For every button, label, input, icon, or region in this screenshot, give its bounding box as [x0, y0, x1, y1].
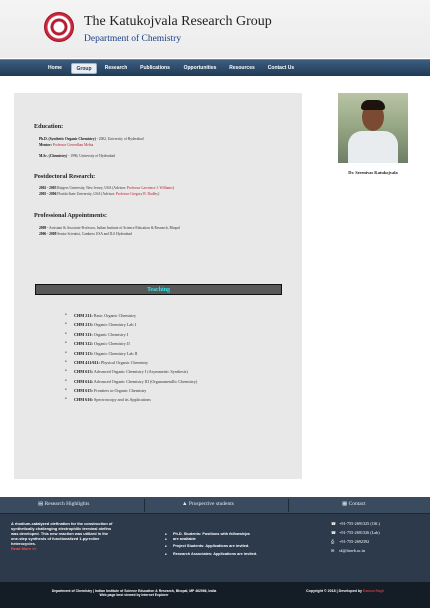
course-item: CHM 615: Frontiers in Organic Chemistry — [65, 388, 146, 394]
nav-home[interactable]: Home — [44, 63, 66, 74]
nav-contact-us[interactable]: Contact Us — [263, 63, 299, 74]
contact-email[interactable]: ✉ sk@iiserb.ac.in — [331, 548, 365, 553]
contact-phone-office[interactable]: ☎ +91-755-2691325 (Off.) — [331, 521, 380, 526]
contact-card-icon: ▦ — [342, 501, 348, 507]
student-item: Project Students: Applications are invit… — [165, 544, 249, 550]
nav-group[interactable]: Group — [71, 63, 97, 74]
nav-opportunities[interactable]: Opportunities — [179, 63, 221, 74]
nav-resources[interactable]: Resources — [226, 63, 258, 74]
course-item: CHM 311: Organic Chemistry I — [65, 332, 128, 338]
main-nav: Home Group Research Publications Opportu… — [0, 59, 430, 76]
education-mentor: Mentor: Professor Goverdhan Mehta — [39, 143, 94, 147]
profile-photo — [338, 93, 408, 163]
site-header: The Katukojvala Research Group Departmen… — [0, 0, 430, 58]
postdoc-line: 2002 - 2005 Rutgers University, New Jers… — [39, 186, 174, 190]
education-msc: M.Sc. (Chemistry) - 1996, University of … — [39, 154, 115, 158]
appointment-line: 2006 - 2009 Senior Scientist, Cambrex US… — [39, 232, 132, 236]
course-item: CHM 211: Basic Organic Chemistry — [65, 313, 136, 319]
student-item-cont: are available — [165, 537, 196, 543]
nav-publications[interactable]: Publications — [136, 63, 174, 74]
postdoc-heading: Postdoctoral Research: — [34, 173, 96, 180]
course-item: CHM 613: Advanced Organic Chemistry I (A… — [65, 369, 188, 375]
newspaper-icon: ▤ — [38, 501, 44, 507]
phone-icon: ☎ — [331, 530, 337, 535]
read-more-link[interactable]: Read More >> — [11, 546, 112, 551]
student-item: Ph.D. Students: Positions with fellowshi… — [165, 532, 250, 538]
course-item: CHM 213: Organic Chemistry Lab I — [65, 322, 136, 328]
course-item: CHM 312: Organic Chemistry II — [65, 341, 130, 347]
research-highlights-heading: ▤ Research Highlights — [38, 501, 90, 507]
teaching-heading: Teaching — [35, 284, 282, 295]
student-item: Research Associates: Applications are in… — [165, 552, 257, 558]
prospective-students-heading: ▲ Prospective students — [182, 501, 234, 507]
course-item: CHM 614: Advanced Organic Chemistry III … — [65, 379, 197, 385]
graduation-cap-icon: ▲ — [182, 501, 188, 507]
highlight-text: A rhodium-catalyzed olefination for the … — [11, 521, 113, 551]
contact-phone-lab[interactable]: ☎ +91-755-2691326 (Lab) — [331, 530, 380, 535]
contact-fax[interactable]: ⎙ +91-755-2692392 — [331, 539, 369, 544]
phone-icon: ☎ — [331, 521, 337, 526]
education-phd: Ph.D. (Synthetic Organic Chemistry) - 20… — [39, 137, 144, 141]
printer-icon: ⎙ — [331, 539, 335, 544]
education-heading: Education: — [34, 123, 64, 130]
site-footer: ▤ Research Highlights ▲ Prospective stud… — [0, 497, 430, 608]
developer-link[interactable]: Kamran Singh — [363, 589, 384, 593]
mail-icon: ✉ — [331, 548, 335, 553]
footer-heading-bar: ▤ Research Highlights ▲ Prospective stud… — [0, 497, 430, 514]
course-item: CHM 616: Spectroscopy and its Applicatio… — [65, 397, 151, 403]
appointment-line: 2009 - Assistant & Associate Professor, … — [39, 226, 180, 230]
profile-caption: Dr. Sreenivas Katukojvala — [348, 170, 398, 175]
site-title[interactable]: The Katukojvala Research Group — [84, 14, 272, 30]
course-item: CHM 411/611: Physical Organic Chemistry — [65, 360, 148, 366]
nav-research[interactable]: Research — [101, 63, 131, 74]
contact-heading: ▦ Contact — [342, 501, 366, 507]
appointments-heading: Professional Appointments: — [34, 212, 107, 219]
course-item: CHM 313: Organic Chemistry Lab II — [65, 351, 137, 357]
institute-logo[interactable] — [44, 12, 74, 42]
copyright-text: Copyright © 2018 | Developed by Kamran S… — [306, 589, 384, 593]
copyright-address: Department of Chemistry | Indian Institu… — [51, 589, 217, 597]
site-subtitle: Department of Chemistry — [84, 34, 182, 44]
postdoc-line: 2005 - 2006 Florida State University, US… — [39, 192, 160, 196]
